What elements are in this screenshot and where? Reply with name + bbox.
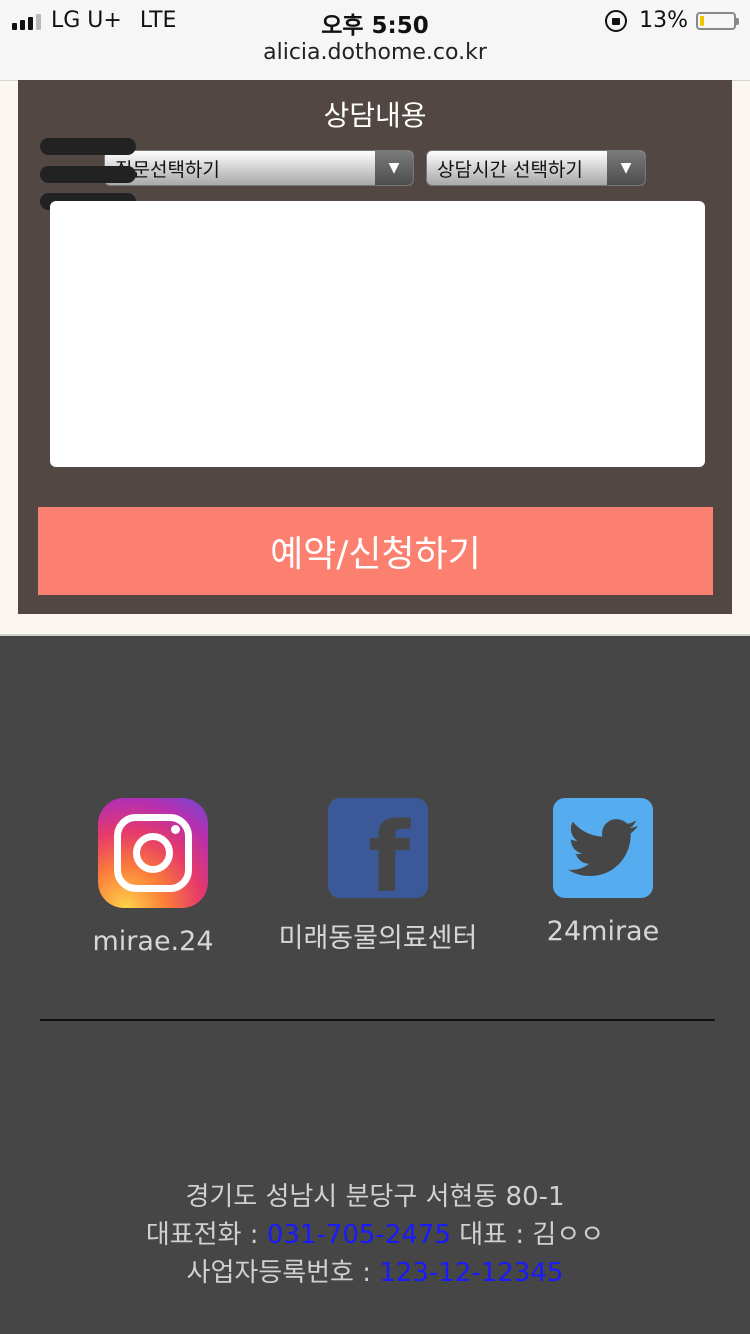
- address-bar-url[interactable]: alicia.dothome.co.kr: [0, 40, 750, 65]
- footer-info: 경기도 성남시 분당구 서현동 80-1 대표전화 : 031-705-2475…: [0, 1178, 750, 1292]
- form-title: 상담내용: [323, 99, 427, 132]
- facebook-caption[interactable]: 미래동물의료센터: [253, 916, 503, 955]
- social-facebook[interactable]: f 미래동물의료센터: [253, 798, 503, 955]
- battery-icon: [696, 11, 739, 30]
- twitter-caption[interactable]: 24mirae: [478, 916, 728, 947]
- phone-link[interactable]: 031-705-2475: [267, 1220, 451, 1250]
- footer-divider: [40, 1019, 715, 1021]
- submit-button[interactable]: 예약/신청하기: [38, 507, 713, 595]
- chevron-down-icon: ▼: [607, 151, 645, 185]
- biz-label: 사업자등록번호 :: [186, 1258, 380, 1288]
- rotation-lock-icon: [605, 9, 628, 32]
- phone-label: 대표전화 :: [145, 1220, 267, 1250]
- biz-number-link[interactable]: 123-12-12345: [379, 1258, 563, 1288]
- status-bar: LG U+ LTE 오후 5:50 13% alicia.dothome.co.…: [0, 0, 750, 81]
- status-right: 13%: [605, 8, 739, 33]
- social-twitter[interactable]: 24mirae: [478, 798, 728, 947]
- instagram-icon[interactable]: [98, 798, 208, 908]
- facebook-icon[interactable]: f: [328, 798, 428, 898]
- time-select-label: 상담시간 선택하기: [437, 159, 583, 181]
- consultation-textarea[interactable]: [50, 201, 705, 467]
- social-instagram[interactable]: mirae.24: [28, 798, 278, 957]
- twitter-icon[interactable]: [553, 798, 653, 898]
- footer: mirae.24 f 미래동물의료센터 24mirae 경기도 성남시 분당구 …: [0, 634, 750, 1334]
- question-select[interactable]: 질문선택하기 ▼: [104, 150, 414, 186]
- ceo-label: 대표 : 김ㅇㅇ: [451, 1220, 605, 1250]
- footer-phone-line: 대표전화 : 031-705-2475 대표 : 김ㅇㅇ: [0, 1216, 750, 1254]
- instagram-caption[interactable]: mirae.24: [28, 926, 278, 957]
- chevron-down-icon: ▼: [375, 151, 413, 185]
- footer-address: 경기도 성남시 분당구 서현동 80-1: [185, 1182, 565, 1212]
- footer-biz-line: 사업자등록번호 : 123-12-12345: [0, 1254, 750, 1292]
- consultation-form: 상담내용 질문선택하기 ▼ 상담시간 선택하기 ▼ 예약/신청하기: [18, 80, 732, 614]
- battery-percent: 13%: [639, 8, 688, 33]
- time-select[interactable]: 상담시간 선택하기 ▼: [426, 150, 646, 186]
